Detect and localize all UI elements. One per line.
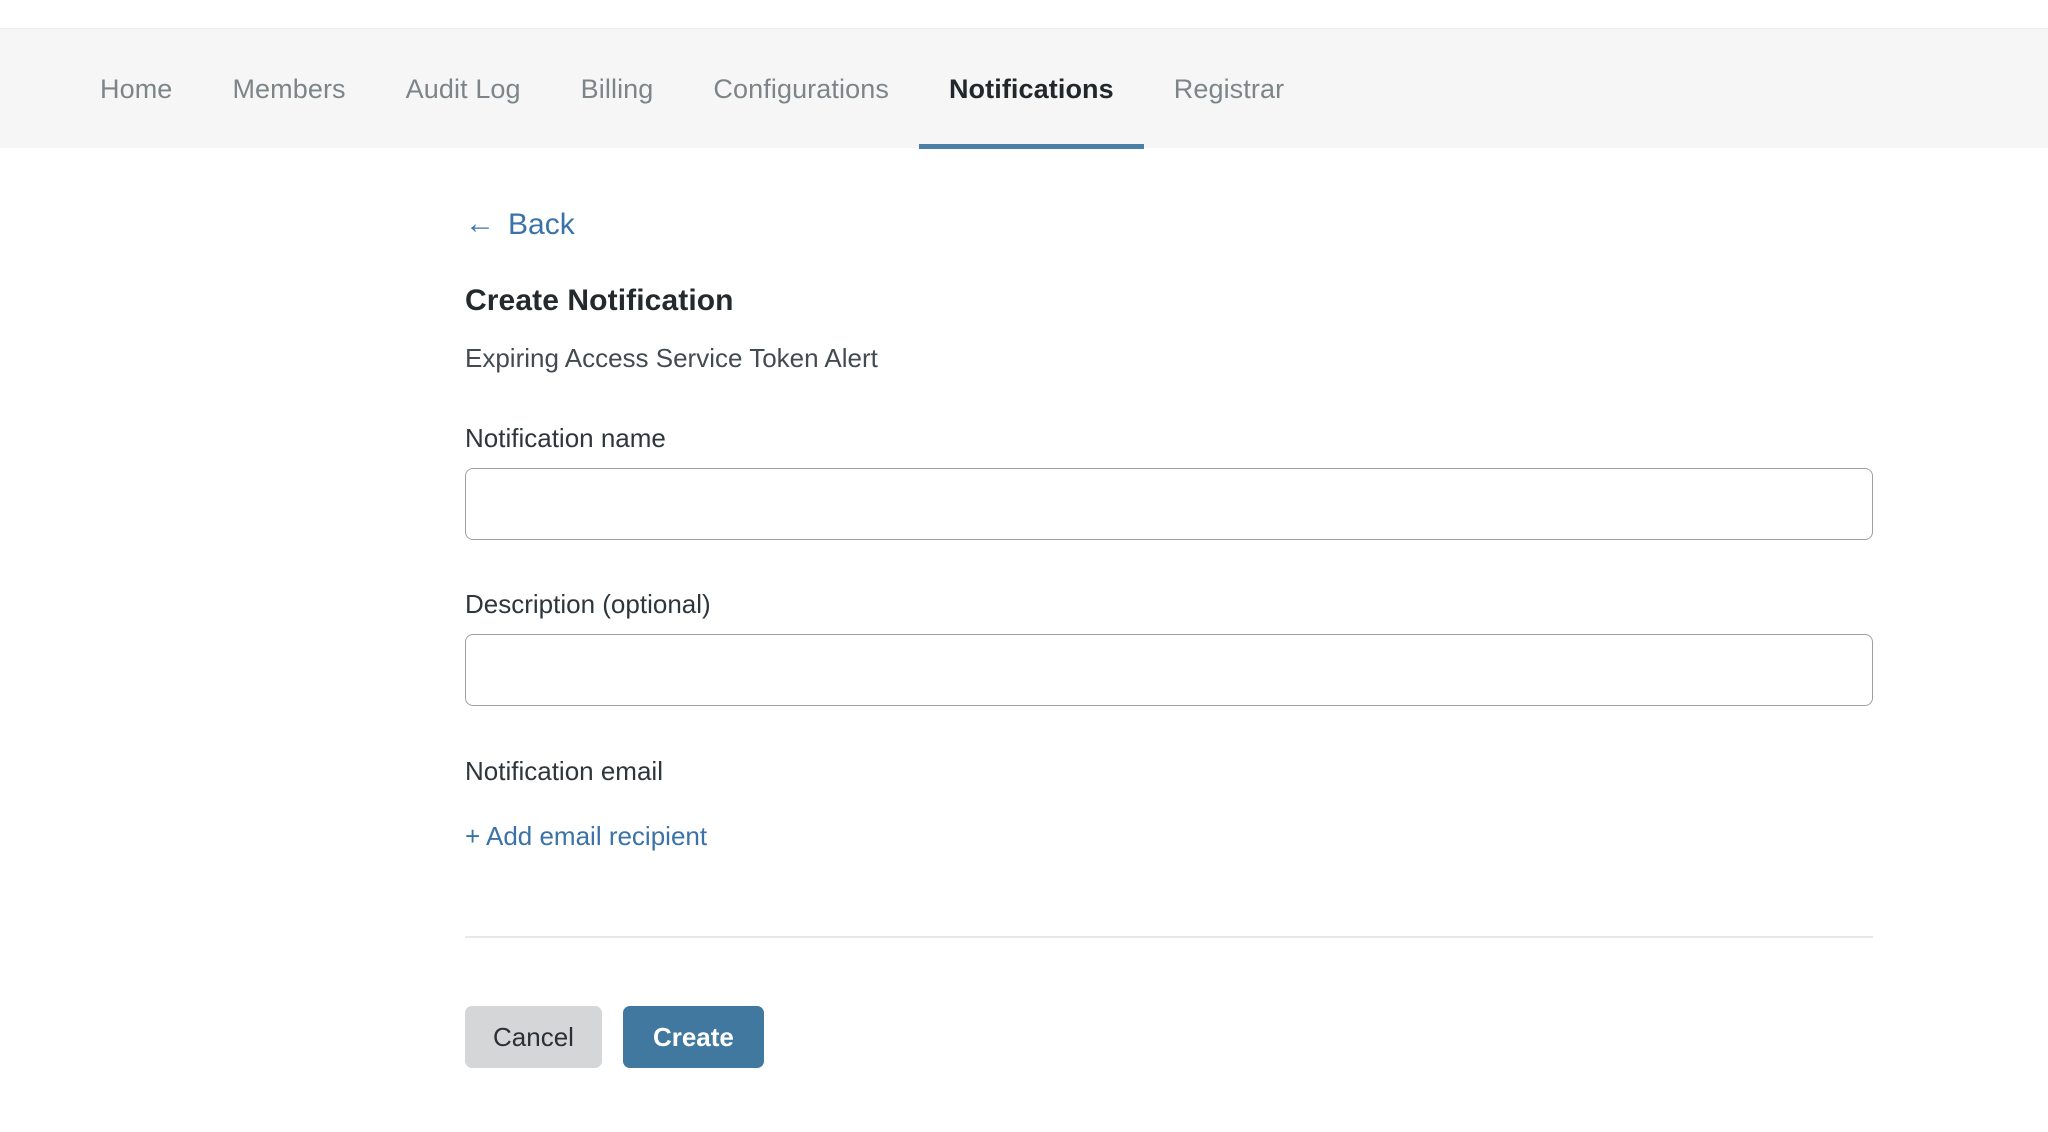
tab-billing-label: Billing [580, 73, 654, 104]
section-divider [465, 936, 1873, 938]
arrow-left-icon: ← [465, 207, 495, 240]
description-field-group: Description (optional) [465, 589, 2048, 706]
tab-home[interactable]: Home [70, 29, 202, 149]
form-actions: Cancel Create [465, 1005, 2048, 1068]
main-content: ← Back Create Notification Expiring Acce… [0, 148, 2048, 1068]
tab-audit-log-label: Audit Log [405, 73, 521, 104]
top-white-strip [0, 0, 2048, 28]
notification-name-field-group: Notification name [465, 423, 2048, 540]
back-link[interactable]: ← Back [465, 207, 575, 241]
cancel-button[interactable]: Cancel [465, 1005, 602, 1068]
notification-name-label: Notification name [465, 423, 666, 453]
tab-billing[interactable]: Billing [551, 29, 684, 149]
notification-email-section: Notification email + Add email recipient [465, 756, 2048, 852]
notification-email-label: Notification email [465, 756, 663, 786]
primary-tab-bar: Home Members Audit Log Billing Configura… [0, 28, 2048, 149]
add-email-recipient-link[interactable]: + Add email recipient [465, 821, 707, 852]
tab-members-label: Members [232, 73, 346, 104]
tab-configurations[interactable]: Configurations [683, 29, 919, 149]
tab-home-label: Home [100, 73, 173, 104]
tab-notifications-label: Notifications [948, 73, 1114, 104]
tab-notifications[interactable]: Notifications [918, 29, 1144, 149]
notification-name-input[interactable] [465, 468, 1873, 540]
tab-audit-log[interactable]: Audit Log [376, 29, 551, 149]
tab-registrar[interactable]: Registrar [1144, 29, 1314, 149]
description-label: Description (optional) [465, 589, 711, 619]
tab-configurations-label: Configurations [713, 73, 889, 104]
tab-members[interactable]: Members [202, 29, 375, 149]
page-subtitle: Expiring Access Service Token Alert [465, 343, 878, 373]
tab-registrar-label: Registrar [1173, 73, 1285, 104]
back-link-label: Back [508, 208, 575, 241]
description-input[interactable] [465, 634, 1873, 706]
create-button[interactable]: Create [622, 1005, 764, 1068]
page-title: Create Notification [465, 284, 734, 317]
